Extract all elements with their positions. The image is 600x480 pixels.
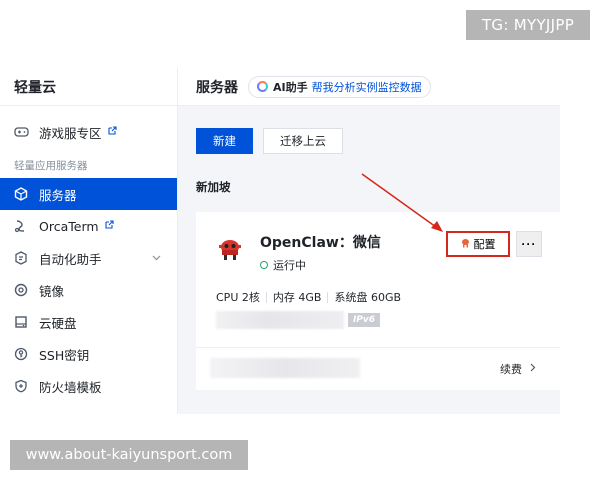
automation-icon [13, 250, 29, 266]
lobster-small-icon [461, 238, 470, 251]
status-badge: 运行中 [260, 257, 306, 273]
renew-label: 续费 [500, 363, 522, 376]
app-window: 轻量云 游戏服专区 轻量应用服务器 服务器 OrcaTerm 自动化助手 镜像 … [0, 68, 560, 414]
instance-name[interactable]: OpenClaw：微信 [260, 232, 381, 252]
sidebar: 轻量云 游戏服专区 轻量应用服务器 服务器 OrcaTerm 自动化助手 镜像 … [0, 68, 178, 414]
more-actions-button[interactable]: ··· [516, 231, 542, 257]
sidebar-item-label: 服务器 [39, 187, 77, 203]
sidebar-item-automation[interactable]: 自动化助手 [0, 242, 177, 274]
spec-memory: 内存 4GB [272, 291, 322, 304]
spec-system-disk: 系统盘 60GB [334, 291, 402, 304]
card-divider [196, 347, 560, 348]
sidebar-item-label: 云硬盘 [39, 315, 77, 331]
sidebar-item-label: OrcaTerm [39, 218, 99, 234]
sidebar-item-label: 防火墙模板 [39, 379, 102, 395]
status-running-icon [260, 261, 268, 269]
sidebar-item-cloud-disk[interactable]: 云硬盘 [0, 306, 177, 338]
lobster-avatar-icon [216, 236, 244, 264]
spec-cpu: CPU 2核 [216, 291, 260, 304]
instance-card[interactable]: OpenClaw：微信 运行中 配置 ··· CPU 2核 内存 4GB 系统盘… [196, 212, 560, 390]
disc-icon [13, 282, 29, 298]
redacted-ip-address [216, 311, 344, 329]
sidebar-item-label: 游戏服专区 [39, 125, 102, 141]
sidebar-item-label: 自动化助手 [39, 251, 102, 267]
sidebar-group-label: 轻量应用服务器 [14, 159, 88, 172]
sidebar-item-game-zone[interactable]: 游戏服专区 [0, 116, 177, 148]
renew-link[interactable]: 续费 [500, 361, 536, 377]
migrate-to-cloud-button[interactable]: 迁移上云 [263, 128, 343, 154]
ai-assistant-button[interactable]: AI助手 帮我分析实例监控数据 [248, 75, 431, 98]
redacted-expiry-info [210, 358, 360, 378]
sidebar-item-ssh-keys[interactable]: SSH密钥 [0, 338, 177, 370]
ai-assistant-icon [257, 81, 268, 92]
gamepad-icon [13, 124, 29, 140]
sidebar-title: 轻量云 [0, 68, 177, 106]
sidebar-item-label: SSH密钥 [39, 347, 90, 363]
chevron-down-icon[interactable] [152, 253, 161, 264]
terminal-icon [13, 218, 29, 234]
shield-icon [13, 378, 29, 394]
spec-divider [327, 291, 329, 303]
status-text: 运行中 [273, 259, 306, 272]
sidebar-item-firewall-templates[interactable]: 防火墙模板 [0, 370, 177, 402]
external-link-icon [104, 220, 114, 232]
disk-icon [13, 314, 29, 330]
ai-assistant-prompt-link[interactable]: 帮我分析实例监控数据 [312, 79, 422, 95]
page-header: 服务器 AI助手 帮我分析实例监控数据 [178, 68, 560, 106]
key-icon [13, 346, 29, 362]
region-label: 新加坡 [196, 180, 231, 194]
ai-assistant-name: AI助手 [273, 80, 308, 94]
config-button[interactable]: 配置 [446, 231, 510, 257]
watermark-top: TG: MYYJJPP [466, 10, 590, 40]
sidebar-item-images[interactable]: 镜像 [0, 274, 177, 306]
external-link-icon [107, 126, 117, 138]
sidebar-item-orcaterm[interactable]: OrcaTerm [0, 210, 177, 242]
toolbar: 新建 迁移上云 [196, 128, 343, 154]
page-title: 服务器 [196, 79, 238, 96]
ipv6-badge: IPv6 [348, 313, 380, 327]
sidebar-item-label: 镜像 [39, 283, 65, 299]
cube-icon [13, 186, 29, 202]
chevron-right-icon [530, 363, 536, 375]
sidebar-item-servers[interactable]: 服务器 [0, 178, 177, 210]
watermark-bottom: www.about-kaiyunsport.com [10, 440, 248, 470]
instance-specs: CPU 2核 内存 4GB 系统盘 60GB [216, 289, 401, 305]
main-content: 服务器 AI助手 帮我分析实例监控数据 新建 迁移上云 新加坡 OpenClaw… [178, 68, 560, 414]
config-label: 配置 [473, 239, 496, 251]
new-button[interactable]: 新建 [196, 128, 253, 154]
spec-divider [265, 291, 267, 303]
